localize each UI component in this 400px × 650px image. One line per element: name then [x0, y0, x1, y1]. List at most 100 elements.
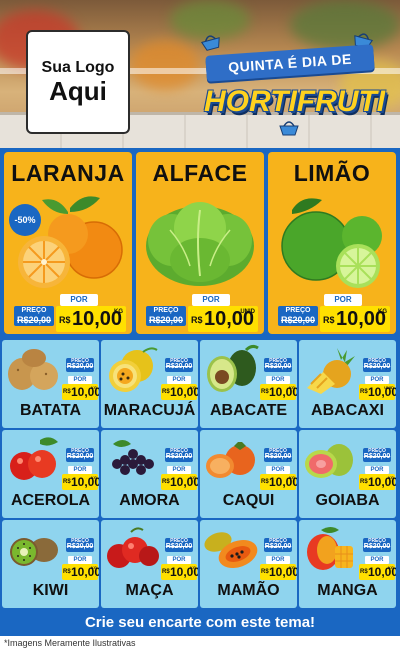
- product-card-mamao[interactable]: PREÇO R$20,00 POR R$ 10,00 KG MAMÃO: [200, 520, 297, 608]
- blackberry-icon: [103, 434, 161, 484]
- old-price-tag: PREÇO R$20,00: [146, 306, 186, 326]
- acerola-icon: [4, 434, 62, 484]
- price-box: R$ 10,00 KG: [260, 474, 297, 490]
- old-price-value: R$20,00: [148, 315, 184, 325]
- potato-icon: [4, 344, 62, 394]
- price-unit: KG: [289, 385, 295, 390]
- pineapple-icon: [301, 344, 359, 394]
- logo-text-line1: Sua Logo: [41, 58, 115, 76]
- product-card-abacaxi[interactable]: PREÇO R$20,00 POR R$ 10,00 UNID ABACAXI: [299, 340, 396, 428]
- price-unit: UNID: [240, 309, 255, 315]
- por-label: POR: [266, 556, 290, 564]
- product-grid: PREÇO R$20,00 POR R$ 10,00 KG BATATA PRE…: [0, 338, 400, 610]
- old-price-value: R$20,00: [363, 363, 391, 370]
- currency-symbol: R$: [63, 479, 71, 485]
- currency-symbol: R$: [63, 569, 71, 575]
- por-label: POR: [365, 376, 389, 384]
- featured-card-alface[interactable]: ALFACE PREÇO R$20,00 POR R$ 10,00 UNID: [136, 152, 264, 334]
- price-box: R$ 10,00 KG: [62, 384, 99, 400]
- price-box: R$ 10,00 KG: [260, 384, 297, 400]
- currency-symbol: R$: [63, 389, 71, 395]
- basket-icon: [278, 120, 300, 136]
- product-card-maca[interactable]: PREÇO R$20,00 POR R$ 10,00 KG MAÇA: [101, 520, 198, 608]
- product-name: CAQUI: [222, 492, 275, 509]
- product-name: ALFACE: [152, 160, 248, 186]
- product-name: AMORA: [119, 492, 180, 509]
- old-price-tag: PREÇO R$20,00: [264, 448, 292, 462]
- old-price-label: PREÇO: [153, 307, 179, 314]
- price-box: R$ 10,00 KG: [359, 474, 396, 490]
- currency-symbol: R$: [191, 315, 203, 325]
- discount-badge: -50%: [9, 204, 41, 236]
- price-unit: KG: [190, 385, 196, 390]
- price-box: R$ 10,00 KG: [161, 564, 198, 580]
- por-label: POR: [167, 556, 191, 564]
- old-price-tag: PREÇO R$20,00: [363, 448, 391, 462]
- old-price-tag: PREÇO R$20,00: [165, 538, 193, 552]
- product-name: BATATA: [19, 402, 81, 419]
- currency-symbol: R$: [59, 315, 71, 325]
- old-price-tag: PREÇO R$20,00: [165, 358, 193, 372]
- price-box: R$ 10,00 KG: [161, 474, 198, 490]
- featured-card-limao[interactable]: LIMÃO PREÇO R$20,00 POR R$ 10,00 KG: [268, 152, 396, 334]
- product-card-abacate[interactable]: PREÇO R$20,00 POR R$ 10,00 KG ABACATE: [200, 340, 297, 428]
- por-label: POR: [68, 376, 92, 384]
- old-price-value: R$20,00: [264, 543, 292, 550]
- product-name: KIWI: [32, 582, 69, 599]
- product-card-amora[interactable]: PREÇO R$20,00 POR R$ 10,00 KG AMORA: [101, 430, 198, 518]
- product-card-kiwi[interactable]: PREÇO R$20,00 POR R$ 10,00 KG KIWI: [2, 520, 99, 608]
- old-price-value: R$20,00: [66, 363, 94, 370]
- price-box: R$ 10,00 KG: [62, 564, 99, 580]
- currency-symbol: R$: [360, 389, 368, 395]
- product-name: ACEROLA: [10, 492, 91, 509]
- featured-card-laranja[interactable]: LARANJA -50% PREÇO R$20,00 POR R$ 10,00 …: [4, 152, 132, 334]
- price-unit: KG: [289, 565, 295, 570]
- papaya-icon: [202, 524, 260, 574]
- currency-symbol: R$: [162, 479, 170, 485]
- old-price-tag: PREÇO R$20,00: [264, 358, 292, 372]
- product-card-acerola[interactable]: PREÇO R$20,00 POR R$ 10,00 KG ACEROLA: [2, 430, 99, 518]
- kiwi-icon: [4, 524, 62, 574]
- old-price-value: R$20,00: [165, 453, 193, 460]
- product-card-goiaba[interactable]: PREÇO R$20,00 POR R$ 10,00 KG GOIABA: [299, 430, 396, 518]
- product-card-batata[interactable]: PREÇO R$20,00 POR R$ 10,00 KG BATATA: [2, 340, 99, 428]
- old-price-value: R$20,00: [363, 453, 391, 460]
- price-unit: KG: [91, 385, 97, 390]
- price-unit: KG: [378, 309, 387, 315]
- old-price-value: R$20,00: [264, 453, 292, 460]
- price-unit: KG: [114, 309, 123, 315]
- por-label: POR: [68, 556, 92, 564]
- price-box: R$ 10,00 KG: [161, 384, 198, 400]
- por-label: POR: [324, 294, 362, 306]
- product-name: MAÇA: [125, 582, 174, 599]
- por-label: POR: [68, 466, 92, 474]
- passion-fruit-icon: [103, 344, 161, 394]
- header-banner: Sua Logo Aqui QUINTA É DIA DE HORTIFRUTI: [0, 0, 400, 148]
- currency-symbol: R$: [261, 389, 269, 395]
- price-unit: KG: [289, 475, 295, 480]
- old-price-tag: PREÇO R$20,00: [363, 538, 391, 552]
- price-box: R$ 10,00 KG: [320, 306, 390, 332]
- old-price-label: PREÇO: [285, 307, 311, 314]
- product-card-caqui[interactable]: PREÇO R$20,00 POR R$ 10,00 KG CAQUI: [200, 430, 297, 518]
- lettuce-icon: [140, 190, 260, 290]
- logo-text-line2: Aqui: [49, 75, 107, 106]
- currency-symbol: R$: [162, 569, 170, 575]
- price-unit: UNID: [384, 385, 394, 390]
- create-flyer-cta[interactable]: Crie seu encarte com este tema!: [0, 610, 400, 636]
- old-price-tag: PREÇO R$20,00: [264, 538, 292, 552]
- price-box: R$ 10,00 KG: [56, 306, 126, 332]
- product-card-manga[interactable]: PREÇO R$20,00 POR R$ 10,00 KG MANGA: [299, 520, 396, 608]
- por-label: POR: [266, 376, 290, 384]
- avocado-icon: [202, 344, 260, 394]
- old-price-value: R$20,00: [66, 453, 94, 460]
- old-price-tag: PREÇO R$20,00: [66, 358, 94, 372]
- price-box: R$ 10,00 KG: [260, 564, 297, 580]
- old-price-value: R$20,00: [66, 543, 94, 550]
- por-label: POR: [167, 466, 191, 474]
- mango-icon: [301, 524, 359, 574]
- product-name: MARACUJÁ: [103, 402, 196, 419]
- price-unit: KG: [190, 565, 196, 570]
- product-card-maracuja[interactable]: PREÇO R$20,00 POR R$ 10,00 KG MARACUJÁ: [101, 340, 198, 428]
- product-name: ABACATE: [209, 402, 288, 419]
